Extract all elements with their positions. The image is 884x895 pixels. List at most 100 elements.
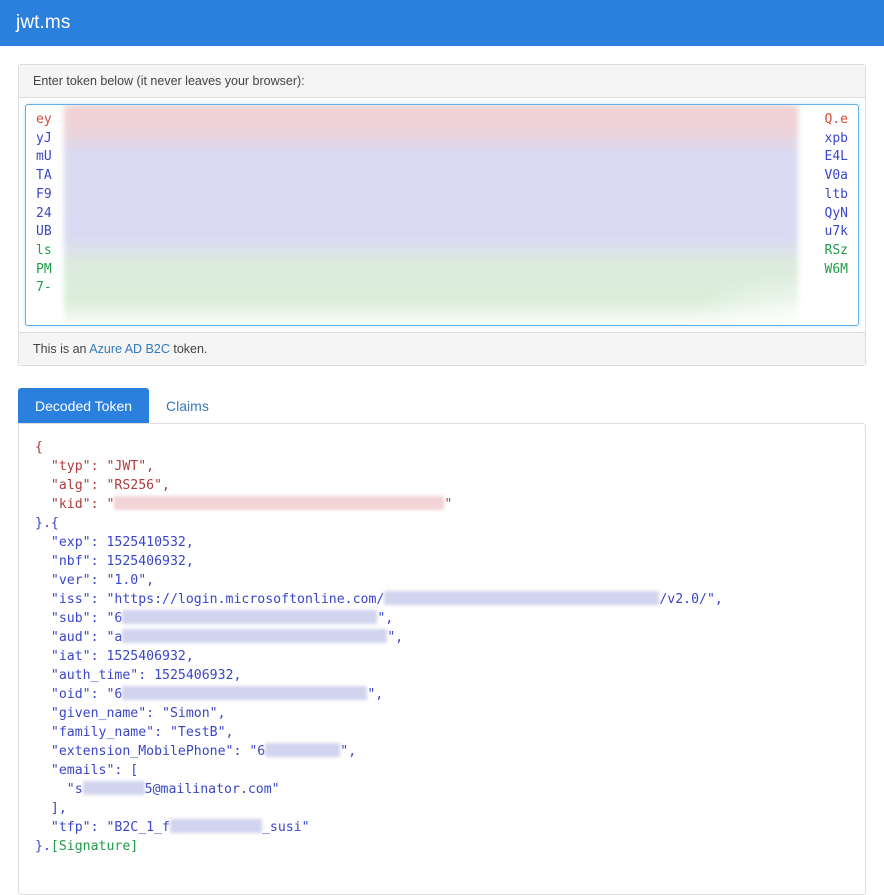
token-input-body: ey Q.e yJ xpb mU E4L TA V0a F9 ltb 24 QyN UB u7k ls RSz… [19,98,865,332]
json-line-text: "sub": "6 [35,611,123,626]
json-line-text: }. [35,839,51,854]
json-line-tail: /v2.0/", [659,592,723,607]
tab-decoded-token[interactable]: Decoded Token [18,388,150,423]
json-line-text: "iat": 1525406932, [35,649,194,664]
brand-title[interactable]: jwt.ms [16,12,70,34]
json-line-tail: ", [387,630,404,645]
tab-list: Decoded Token Claims [18,388,866,423]
json-line-text: "given_name": "Simon", [35,706,226,721]
token-line: TA V0a [26,167,858,186]
decoded-json: { "typ": "JWT", "alg": "RS256", "kid": "… [35,438,849,856]
json-line: "extension_MobilePhone": "6 ", [35,742,849,761]
token-line-right: xpb [824,130,848,146]
token-input-panel: Enter token below (it never leaves your … [18,64,866,366]
json-line: "iss": "https://login.microsoftonline.co… [35,590,849,609]
json-line-tail: _susi" [261,820,310,835]
top-navbar: jwt.ms [0,0,884,46]
token-line-left: ls [36,242,52,258]
json-line: { [35,438,849,457]
json-line: "sub": "6 ", [35,609,849,628]
token-line-right: Q.e [824,112,848,127]
token-line-left: F9 [36,186,52,202]
token-line: mU E4L [26,148,858,167]
token-line-left: ey [36,112,52,127]
token-line-left: mU [36,149,52,165]
token-line-left: 24 [36,205,52,221]
json-line-text: "family_name": "TestB", [35,725,234,740]
footer-suffix-text: token. [169,342,208,356]
json-line: ], [35,799,849,818]
token-line: ls RSz [26,242,858,261]
json-line-text: ], [35,801,67,816]
token-line-left: yJ [36,130,52,146]
token-line-right: E4L [824,149,848,165]
json-line: "auth_time": 1525406932, [35,666,849,685]
json-line-text: "kid": " [35,497,115,512]
token-type-footer: This is an Azure AD B2C token. [19,332,865,365]
token-line-left: TA [36,168,52,184]
json-line: "exp": 1525410532, [35,533,849,552]
token-text-lines: ey Q.e yJ xpb mU E4L TA V0a F9 ltb 24 QyN UB u7k ls RSz… [26,111,858,298]
footer-prefix-text: This is an [33,342,90,356]
token-line-right: RSz [824,242,848,258]
token-line-left: PM [36,261,52,277]
json-line: "emails": [ [35,761,849,780]
json-line: "aud": "a ", [35,628,849,647]
json-line: "kid": " " [35,495,849,514]
json-line: "oid": "6 ", [35,685,849,704]
json-line-text: "oid": "6 [35,687,123,702]
token-line-left: UB [36,224,52,240]
token-textarea[interactable]: ey Q.e yJ xpb mU E4L TA V0a F9 ltb 24 QyN UB u7k ls RSz… [25,104,859,326]
redacted-value [122,629,388,643]
token-line-right: V0a [824,168,848,184]
json-line-tail: ", [340,744,357,759]
redacted-value [265,743,341,757]
json-line: "tfp": "B2C_1_f _susi" [35,818,849,837]
json-line-tail: 5@mailinator.com" [144,782,280,797]
redacted-value [169,819,262,833]
token-line-right: u7k [824,224,848,240]
token-line: ey Q.e [26,111,858,130]
tabs-container: Decoded Token Claims [18,388,866,423]
token-line: UB u7k [26,223,858,242]
json-line-text: "aud": "a [35,630,123,645]
json-line: "iat": 1525406932, [35,647,849,666]
json-line: }.[Signature] [35,837,849,856]
json-line-text: { [35,440,43,455]
token-line: 7- [26,279,858,298]
json-line-text: "extension_MobilePhone": "6 [35,744,266,759]
json-line-text: "tfp": "B2C_1_f [35,820,170,835]
tab-claims[interactable]: Claims [149,388,226,423]
azure-ad-b2c-link[interactable]: Azure AD B2C [89,342,170,356]
json-line: "nbf": 1525406932, [35,552,849,571]
token-line: F9 ltb [26,186,858,205]
token-line: yJ xpb [26,130,858,149]
json-line-text: }.{ [35,516,59,531]
json-line-text: "nbf": 1525406932, [35,554,194,569]
json-line: }.{ [35,514,849,533]
redacted-value [82,781,145,795]
json-line-text: "typ": "JWT", [35,459,155,474]
json-line: "ver": "1.0", [35,571,849,590]
json-line-text: "auth_time": 1525406932, [35,668,242,683]
redacted-value [114,496,445,510]
json-line-text: "ver": "1.0", [35,573,155,588]
json-line: "typ": "JWT", [35,457,849,476]
json-line: "family_name": "TestB", [35,723,849,742]
json-line-text: "exp": 1525410532, [35,535,194,550]
redacted-value [122,686,368,700]
token-line: 24 QyN [26,205,858,224]
redacted-value [122,610,378,624]
json-line-text: "alg": "RS256", [35,478,170,493]
json-line: "s 5@mailinator.com" [35,780,849,799]
token-line-right: W6M [824,261,848,277]
json-line: "given_name": "Simon", [35,704,849,723]
json-line-tail: " [444,497,453,512]
json-line-tail: ", [367,687,384,702]
redacted-value [384,591,660,605]
token-line: PM W6M [26,261,858,280]
json-line: "alg": "RS256", [35,476,849,495]
token-input-heading: Enter token below (it never leaves your … [19,65,865,98]
token-line-right: QyN [824,205,848,221]
token-line-left: 7- [36,280,52,296]
